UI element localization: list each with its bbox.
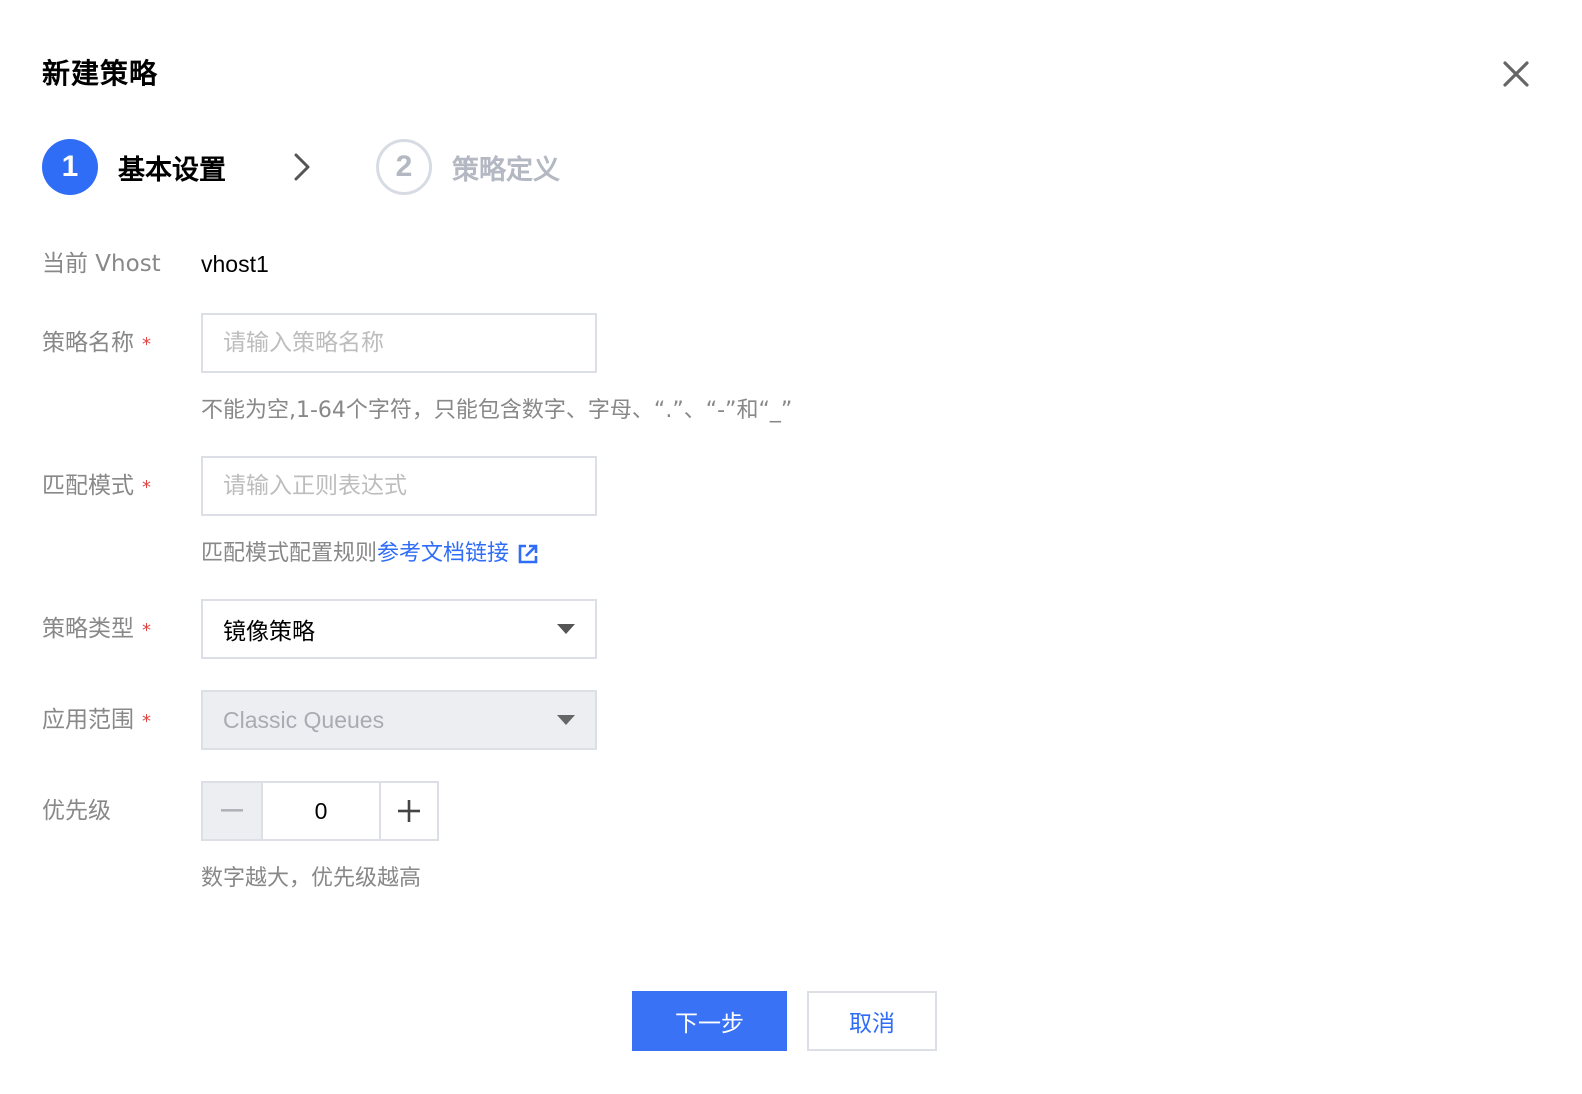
policy-name-label: 策略名称 * xyxy=(42,313,151,373)
steps-indicator: 1 基本设置 2 策略定义 xyxy=(42,139,560,195)
match-pattern-help: 匹配模式配置规则参考文档链接 xyxy=(201,535,539,567)
apply-scope-label-text: 应用范围 xyxy=(42,707,134,733)
priority-help: 数字越大，优先级越高 xyxy=(201,866,422,891)
required-mark: * xyxy=(142,711,151,732)
required-mark: * xyxy=(142,620,151,641)
policy-name-input[interactable] xyxy=(201,313,597,373)
match-pattern-input[interactable] xyxy=(201,456,597,516)
policy-type-label-text: 策略类型 xyxy=(42,616,134,642)
plus-icon xyxy=(398,800,420,822)
required-mark: * xyxy=(142,477,151,498)
policy-name-label-text: 策略名称 xyxy=(42,330,134,356)
step-1-number: 1 xyxy=(42,139,98,195)
priority-label: 优先级 xyxy=(42,798,111,824)
vhost-label: 当前 Vhost xyxy=(42,251,161,277)
increment-button[interactable] xyxy=(379,783,437,839)
match-pattern-help-text: 匹配模式配置规则 xyxy=(201,541,378,566)
doc-link[interactable]: 参考文档链接 xyxy=(377,541,509,566)
match-pattern-label: 匹配模式 * xyxy=(42,456,151,516)
dialog-title: 新建策略 xyxy=(42,57,159,90)
policy-type-select[interactable]: 镜像策略 xyxy=(201,599,597,659)
step-1-label: 基本设置 xyxy=(118,154,226,186)
required-mark: * xyxy=(142,334,151,355)
apply-scope-selected: Classic Queues xyxy=(223,706,385,733)
priority-stepper xyxy=(201,781,439,841)
caret-down-icon xyxy=(557,624,575,634)
apply-scope-select: Classic Queues xyxy=(201,690,597,750)
policy-type-label: 策略类型 * xyxy=(42,599,151,659)
close-icon[interactable] xyxy=(1502,60,1530,88)
decrement-button[interactable] xyxy=(203,783,263,839)
close-button[interactable] xyxy=(1498,56,1534,92)
vhost-value: vhost1 xyxy=(201,251,269,277)
minus-icon xyxy=(221,809,243,812)
step-2-number: 2 xyxy=(376,139,432,195)
policy-name-help: 不能为空,1-64个字符，只能包含数字、字母、“.”、“-”和“_” xyxy=(201,398,793,423)
caret-down-icon xyxy=(557,715,575,725)
external-link-icon[interactable] xyxy=(517,543,539,565)
step-2-label: 策略定义 xyxy=(452,154,560,186)
priority-input[interactable] xyxy=(263,783,379,839)
match-pattern-label-text: 匹配模式 xyxy=(42,473,134,499)
apply-scope-label: 应用范围 * xyxy=(42,690,151,750)
chevron-right-icon xyxy=(294,153,310,181)
next-button[interactable]: 下一步 xyxy=(632,991,787,1051)
policy-type-selected: 镜像策略 xyxy=(223,619,315,645)
cancel-button[interactable]: 取消 xyxy=(807,991,937,1051)
